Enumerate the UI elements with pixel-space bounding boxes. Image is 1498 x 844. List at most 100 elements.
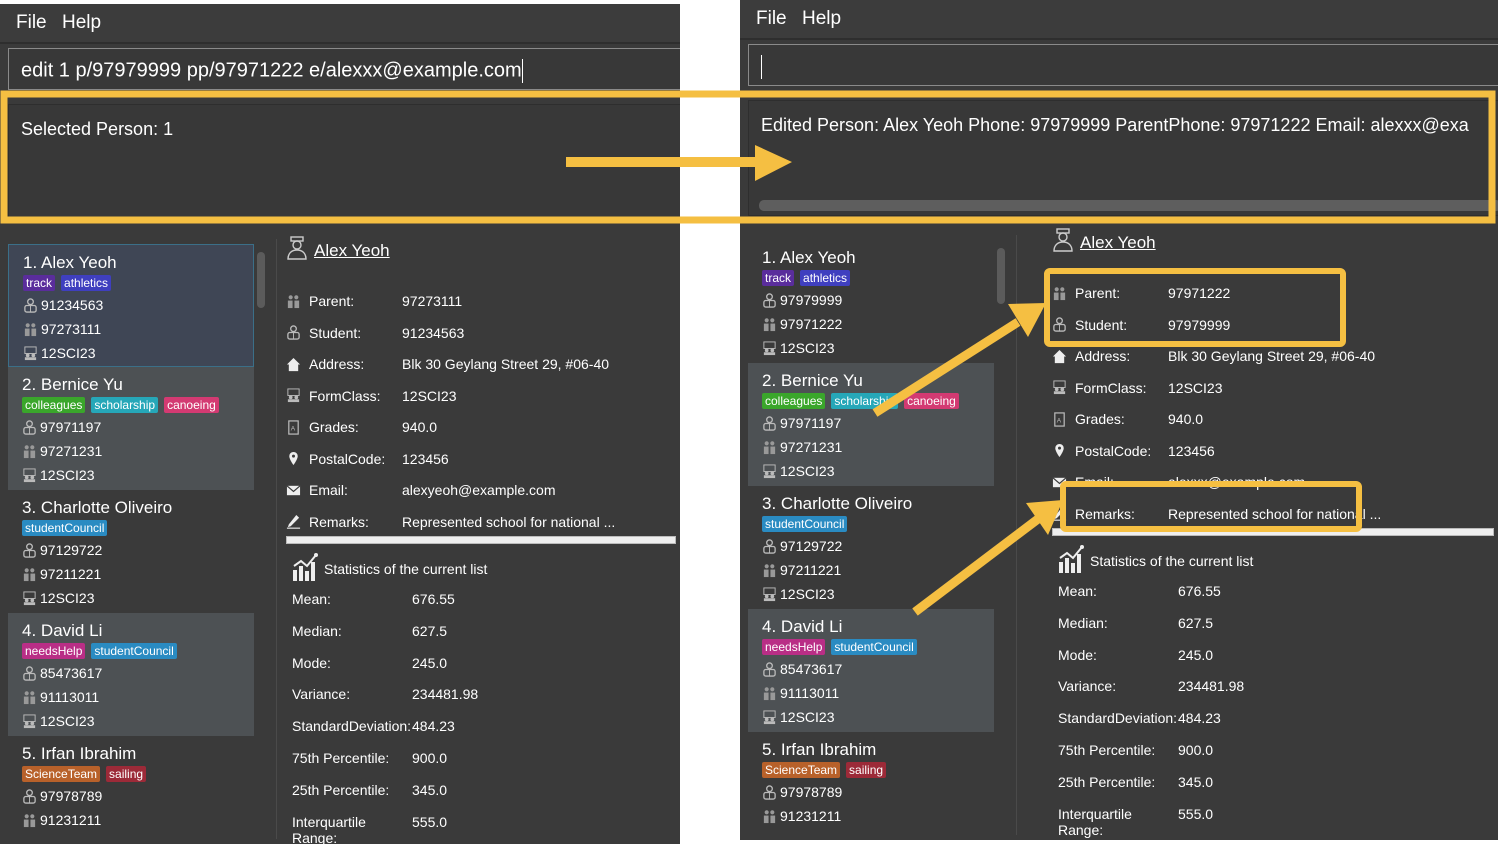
menu-file[interactable]: File	[756, 8, 787, 30]
class-icon	[22, 467, 37, 483]
student-icon	[286, 325, 301, 340]
parent-icon	[286, 294, 301, 309]
result-display: Selected Person: 1	[8, 104, 680, 220]
parent-icon	[762, 686, 777, 701]
list-scrollbar[interactable]	[257, 252, 265, 308]
tag: needsHelp	[762, 639, 826, 655]
grades-icon: A	[286, 419, 301, 435]
chart-icon	[290, 552, 320, 585]
person-index: 4.	[22, 621, 37, 640]
detail-row: PostalCode: 123456	[1052, 443, 1215, 459]
menu-help[interactable]: Help	[62, 12, 101, 34]
list-scrollbar[interactable]	[997, 248, 1005, 304]
person-name: 2. Bernice Yu	[22, 375, 240, 395]
person-card[interactable]: 3. Charlotte Oliveiro studentCouncil 97129…	[8, 490, 254, 613]
class-icon	[762, 586, 777, 602]
stat-value: 555.0	[412, 813, 448, 830]
person-card[interactable]: 4. David Li needsHelp studentCouncil 854736…	[8, 613, 254, 736]
person-name: 3. Charlotte Oliveiro	[762, 494, 980, 514]
person-index: 2.	[22, 375, 37, 394]
tag: canoeing	[904, 393, 959, 409]
detail-label: Parent:	[309, 293, 355, 309]
detail-value: Represented school for national ...	[402, 513, 616, 530]
stat-label: Median:	[292, 622, 342, 639]
detail-label: FormClass:	[309, 387, 381, 404]
class-icon	[762, 463, 777, 479]
class-icon	[286, 388, 301, 403]
stat-row: Variance: 234481.98	[292, 686, 478, 702]
student-icon	[762, 538, 777, 554]
tag-list: track athletics	[23, 275, 239, 291]
student-value: 97979999	[780, 292, 843, 308]
formclass-value: 12SCI23	[780, 709, 835, 725]
parent-value: 91231211	[780, 808, 842, 824]
student-icon	[23, 297, 38, 313]
student-value: 97978789	[40, 788, 103, 804]
parent-icon	[762, 440, 777, 455]
detail-value: Blk 30 Geylang Street 29, #06-40	[402, 356, 610, 372]
person-index: 4.	[762, 617, 777, 636]
person-card[interactable]: 1. Alex Yeoh track athletics 91234563 972731…	[8, 244, 254, 367]
parent-value: 97271231	[40, 443, 103, 459]
person-index: 1.	[762, 248, 777, 267]
person-formclass: 12SCI23	[762, 582, 980, 606]
horizontal-scrollbar[interactable]	[759, 200, 1498, 211]
person-name-text: Bernice Yu	[780, 371, 863, 390]
menu-file[interactable]: File	[16, 12, 47, 34]
tag-list: needsHelp studentCouncil	[22, 643, 240, 659]
stat-value: 484.23	[412, 718, 455, 735]
person-card[interactable]: 1. Alex Yeoh track athletics 97979999 979712…	[748, 240, 994, 363]
class-icon	[22, 590, 37, 606]
stat-row: 25th Percentile: 345.0	[292, 782, 447, 798]
stat-label: 75th Percentile:	[292, 750, 390, 766]
stats-title: Statistics of the current list	[1056, 544, 1253, 577]
detail-row: Address: Blk 30 Geylang Street 29, #06-40	[1052, 348, 1375, 364]
stat-row: Mode: 245.0	[1058, 647, 1213, 663]
stat-value: 627.5	[1178, 614, 1214, 631]
person-card[interactable]: 5. Irfan Ibrahim ScienceTeam sailing 979787…	[748, 732, 994, 830]
detail-value: 123456	[402, 450, 449, 467]
stat-row: Median: 627.5	[292, 623, 447, 639]
stat-label: StandardDeviation:	[292, 718, 412, 735]
class-icon	[1052, 380, 1067, 395]
detail-row: Remarks: Represented school for national …	[1052, 506, 1381, 522]
detail-label: Grades:	[1075, 411, 1125, 427]
tag: sailing	[846, 762, 887, 778]
tag: studentCouncil	[762, 516, 848, 532]
person-card[interactable]: 2. Bernice Yu colleagues scholarship canoei…	[748, 363, 994, 486]
detail-value: alexyeoh@example.com	[402, 482, 556, 498]
stat-label: Mean:	[292, 591, 331, 607]
detail-row: Student: 97979999	[1052, 317, 1230, 333]
student-icon	[22, 665, 37, 681]
person-card[interactable]: 3. Charlotte Oliveiro studentCouncil 97129…	[748, 486, 994, 609]
parent-icon	[22, 813, 37, 828]
person-formclass: 12SCI23	[762, 336, 980, 360]
command-input[interactable]: edit 1 p/97979999 pp/97971222 e/alexxx@e…	[8, 48, 680, 90]
detail-value: alexxx@example.com	[1168, 474, 1306, 490]
detail-label: Student:	[1075, 316, 1128, 333]
stats-title-text: Statistics of the current list	[1090, 552, 1254, 569]
menu-help[interactable]: Help	[802, 8, 841, 30]
email-icon	[286, 483, 301, 498]
stat-row: Mode: 245.0	[292, 655, 447, 671]
detail-label: Remarks:	[1075, 505, 1135, 522]
person-name-text: Alex Yeoh	[40, 253, 117, 272]
person-card[interactable]: 4. David Li needsHelp studentCouncil 854736…	[748, 609, 994, 732]
person-parent: 97271231	[762, 435, 980, 459]
person-card[interactable]: 2. Bernice Yu colleagues scholarship canoei…	[8, 367, 254, 490]
detail-value: 940.0	[402, 419, 438, 435]
detail-name: Alex Yeoh	[314, 240, 390, 260]
formclass-value: 12SCI23	[780, 463, 835, 479]
command-input[interactable]	[748, 44, 1498, 86]
person-parent: 91113011	[762, 681, 980, 705]
person-parent: 97273111	[23, 317, 239, 341]
person-name: 5. Irfan Ibrahim	[22, 744, 240, 764]
person-card[interactable]: 5. Irfan Ibrahim ScienceTeam sailing 979787…	[8, 736, 254, 834]
detail-row: Email: alexyeoh@example.com	[286, 482, 556, 498]
menu-bar: File Help	[0, 4, 680, 44]
stats-title-text: Statistics of the current list	[324, 560, 488, 577]
svg-text:A: A	[1057, 417, 1062, 424]
detail-label: Remarks:	[309, 513, 369, 530]
person-parent: 97971222	[762, 312, 980, 336]
stat-row: Mean: 676.55	[1058, 583, 1221, 599]
